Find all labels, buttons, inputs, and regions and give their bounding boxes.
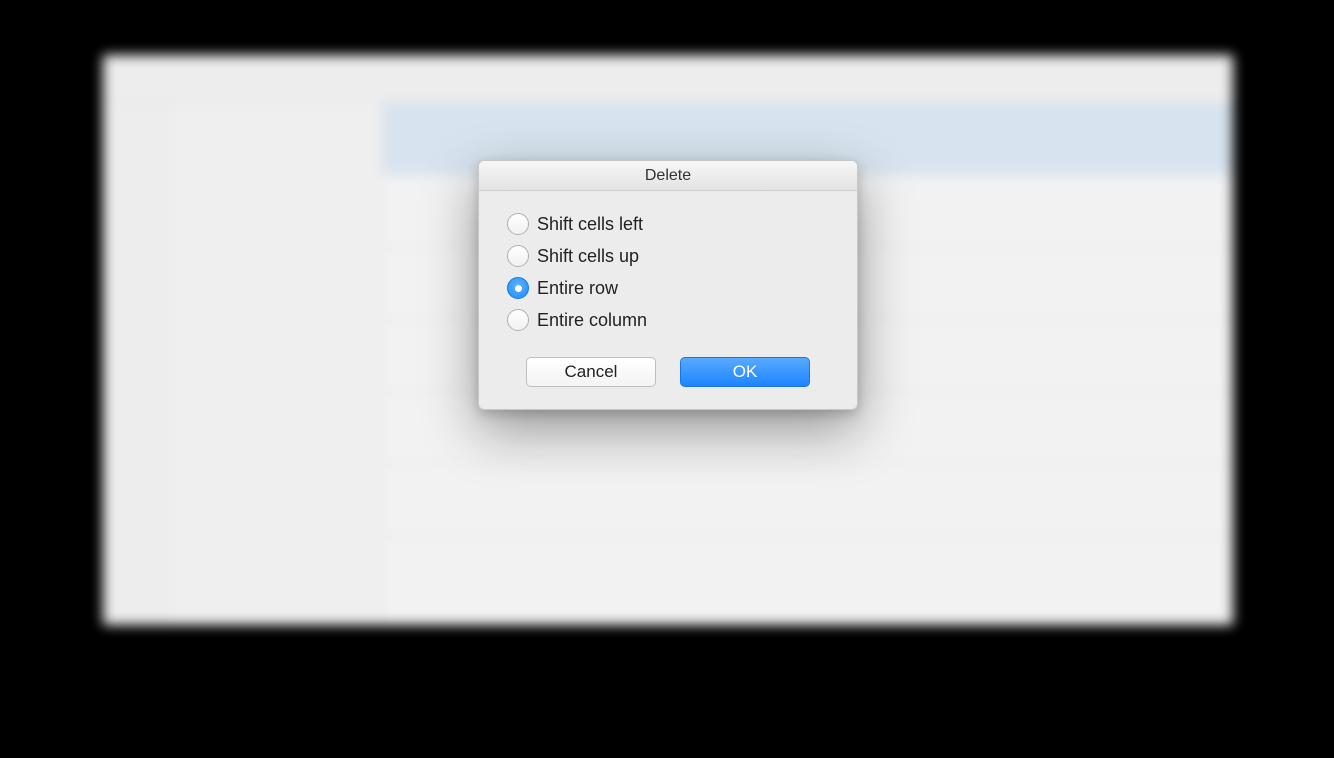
- dialog-title: Delete: [479, 161, 857, 191]
- background-mid-column: [173, 103, 383, 625]
- background-header: [103, 55, 1233, 103]
- radio-icon: [507, 309, 529, 331]
- background-row: [383, 463, 1233, 535]
- radio-label: Shift cells up: [537, 246, 639, 267]
- radio-icon: [507, 245, 529, 267]
- radio-label: Entire column: [537, 310, 647, 331]
- dialog-button-row: Cancel OK: [479, 339, 857, 409]
- cancel-button[interactable]: Cancel: [526, 357, 656, 387]
- radio-option-shift-cells-left[interactable]: Shift cells left: [507, 213, 829, 235]
- ok-button[interactable]: OK: [680, 357, 810, 387]
- delete-options-radio-group: Shift cells left Shift cells up Entire r…: [507, 213, 829, 331]
- dialog-body: Shift cells left Shift cells up Entire r…: [479, 191, 857, 339]
- radio-label: Entire row: [537, 278, 618, 299]
- radio-option-entire-row[interactable]: Entire row: [507, 277, 829, 299]
- radio-icon-selected: [507, 277, 529, 299]
- radio-label: Shift cells left: [537, 214, 643, 235]
- background-left-column: [103, 103, 173, 625]
- radio-option-entire-column[interactable]: Entire column: [507, 309, 829, 331]
- radio-icon: [507, 213, 529, 235]
- delete-dialog: Delete Shift cells left Shift cells up E…: [478, 160, 858, 410]
- radio-option-shift-cells-up[interactable]: Shift cells up: [507, 245, 829, 267]
